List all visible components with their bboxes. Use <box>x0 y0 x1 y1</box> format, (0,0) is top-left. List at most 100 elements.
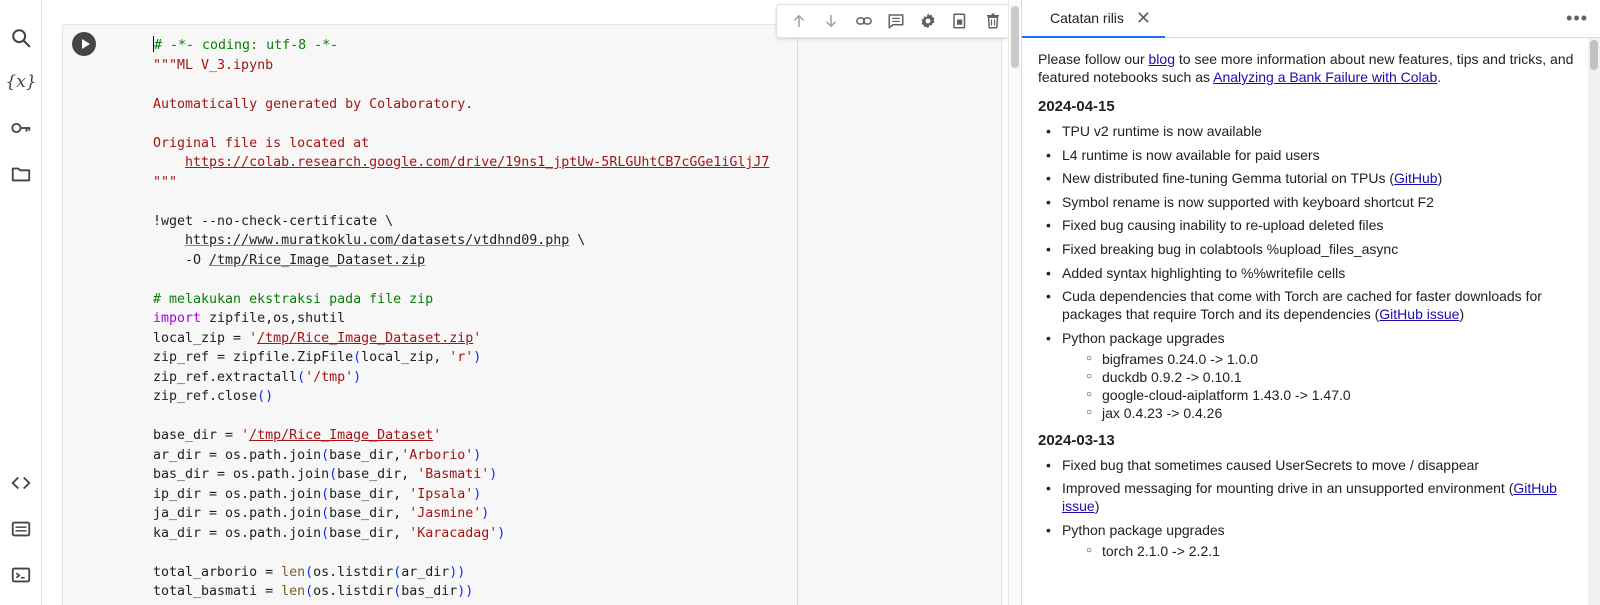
code-token: ( <box>321 486 330 502</box>
more-horiz-icon[interactable]: ••• <box>1566 8 1588 29</box>
code-token: # -*- coding: utf-8 -*- <box>154 38 339 53</box>
code-token: local_zip = <box>153 330 250 346</box>
code-token: https://colab.research.google.com/drive/… <box>185 155 770 170</box>
code-line: ja_dir = os.path.join(base_dir, 'Jasmine… <box>153 504 769 524</box>
intro-part: . <box>1437 69 1442 85</box>
terminal-icon[interactable] <box>8 562 34 588</box>
code-editor[interactable]: # -*- coding: utf-8 -*- """ML V_3.ipynb Au… <box>153 36 769 602</box>
blog-link[interactable]: blog <box>1149 51 1175 67</box>
mirror-cell-icon[interactable] <box>944 6 976 36</box>
item-text: Fixed bug causing inability to re-upload… <box>1062 217 1384 234</box>
item-text: TPU v2 runtime is now available <box>1062 123 1262 139</box>
list-item: Symbol rename is now supported with keyb… <box>1046 193 1578 211</box>
code-token: base_dir, <box>329 486 410 502</box>
code-token: len <box>281 584 306 599</box>
code-token: 'r' <box>449 350 474 365</box>
comment-icon[interactable] <box>880 6 912 36</box>
code-token: base_dir, <box>337 467 418 482</box>
panel-header: Catatan rilis ✕ ••• <box>1022 0 1600 38</box>
code-token: ' <box>249 330 258 346</box>
panel-scrollbar[interactable] <box>1588 38 1600 605</box>
list-item: Python package upgrades bigframes 0.24.0 … <box>1046 329 1578 422</box>
release-notes: Please follow our blog to see more infor… <box>1038 50 1578 570</box>
code-line: zip_ref.extractall('/tmp') <box>153 368 769 388</box>
close-icon[interactable]: ✕ <box>1136 9 1151 27</box>
scrollbar-thumb[interactable] <box>1590 40 1598 70</box>
item-text: Python package upgrades <box>1062 329 1225 346</box>
code-line: import zipfile,os,shutil <box>153 309 769 329</box>
delete-icon[interactable] <box>977 6 1009 36</box>
run-cell-button[interactable] <box>72 32 96 56</box>
list-item: TPU v2 runtime is now available <box>1046 122 1578 140</box>
code-token: base_dir, <box>329 525 410 541</box>
code-token: ( <box>321 447 330 463</box>
package-item: duckdb 0.9.2 -> 0.10.1 <box>1086 368 1578 386</box>
ruler-line <box>797 26 798 605</box>
list-item: Improved messaging for mounting drive in… <box>1046 479 1578 515</box>
code-token: ) <box>481 506 490 521</box>
code-token: bas_dir <box>401 584 458 599</box>
command-palette-icon[interactable] <box>8 516 34 542</box>
code-line: local_zip = '/tmp/Rice_Image_Dataset.zip… <box>153 329 769 349</box>
item-text: ) <box>1094 498 1100 515</box>
tab-release-notes[interactable]: Catatan rilis ✕ <box>1022 0 1166 38</box>
folder-icon[interactable] <box>8 161 34 187</box>
move-down-icon[interactable] <box>815 6 847 36</box>
item-text: ) <box>1437 170 1443 187</box>
github-link[interactable]: GitHub <box>1394 170 1438 186</box>
code-token: ( <box>305 564 314 580</box>
release-date: 2024-03-13 <box>1038 431 1115 449</box>
link-icon[interactable] <box>848 6 880 36</box>
release-list: 2024-04-15 TPU v2 runtime is now availabl… <box>1038 98 1578 560</box>
package-item: jax 0.4.23 -> 0.4.26 <box>1086 404 1578 422</box>
code-token: # melakukan ekstraksi pada file zip <box>153 291 434 307</box>
code-token: ar_dir <box>401 564 450 580</box>
code-line: ar_dir = os.path.join(base_dir,'Arborio'… <box>153 446 769 466</box>
item-text: New distributed fine-tuning Gemma tutori… <box>1062 170 1394 187</box>
code-line: Original file is located at <box>153 134 769 154</box>
intro-text: Please follow our blog to see more infor… <box>1038 50 1578 86</box>
scrollbar-thumb[interactable] <box>1011 6 1019 68</box>
code-line: total_basmati = len(os.listdir(bas_dir)) <box>153 582 769 602</box>
list-item: Fixed breaking bug in colabtools %upload… <box>1046 240 1578 258</box>
code-snippets-icon[interactable] <box>8 470 34 496</box>
code-token: !wget --no-check-certificate \ <box>153 213 394 229</box>
list-item: Cuda dependencies that come with Torch a… <box>1046 287 1578 323</box>
code-token: 'Arborio' <box>401 447 474 463</box>
settings-icon[interactable] <box>912 6 944 36</box>
code-token: ( <box>353 350 362 365</box>
list-item: Fixed bug that sometimes caused UserSecr… <box>1046 456 1578 474</box>
item-text: Added syntax highlighting to %%writefile… <box>1062 264 1346 281</box>
code-token: ) <box>489 467 498 482</box>
code-token: /tmp/Rice_Image_Dataset.zip <box>257 330 474 346</box>
code-token: ( <box>329 467 338 482</box>
item-text: Symbol rename is now supported with keyb… <box>1062 193 1434 210</box>
code-token: ( <box>321 525 330 541</box>
code-line: """ <box>153 173 769 193</box>
github-link[interactable]: GitHub issue <box>1379 306 1459 322</box>
code-token: ' <box>433 428 442 443</box>
tab-label: Catatan rilis <box>1050 10 1124 26</box>
code-token: ka_dir = os.path.join <box>153 525 322 541</box>
key-icon[interactable] <box>8 115 34 141</box>
code-token: total_basmati = <box>153 584 282 599</box>
code-token: )) <box>449 564 466 580</box>
variables-icon[interactable]: {x} <box>5 69 36 95</box>
featured-notebook-link[interactable]: Analyzing a Bank Failure with Colab <box>1213 69 1437 85</box>
intro-part: Please follow our <box>1038 51 1149 67</box>
code-line: # -*- coding: utf-8 -*- <box>153 36 769 56</box>
search-icon[interactable] <box>8 25 34 51</box>
item-text: Fixed breaking bug in colabtools %upload… <box>1062 240 1399 257</box>
code-token: bas_dir = os.path.join <box>153 467 330 482</box>
code-token: import <box>153 311 202 326</box>
code-token: zip_ref = zipfile.ZipFile <box>153 350 354 365</box>
item-text: L4 runtime is now available for paid use… <box>1062 146 1320 163</box>
notebook-scrollbar[interactable] <box>1008 0 1020 605</box>
move-up-icon[interactable] <box>783 6 815 36</box>
code-line: total_arborio = len(os.listdir(ar_dir)) <box>153 563 769 583</box>
